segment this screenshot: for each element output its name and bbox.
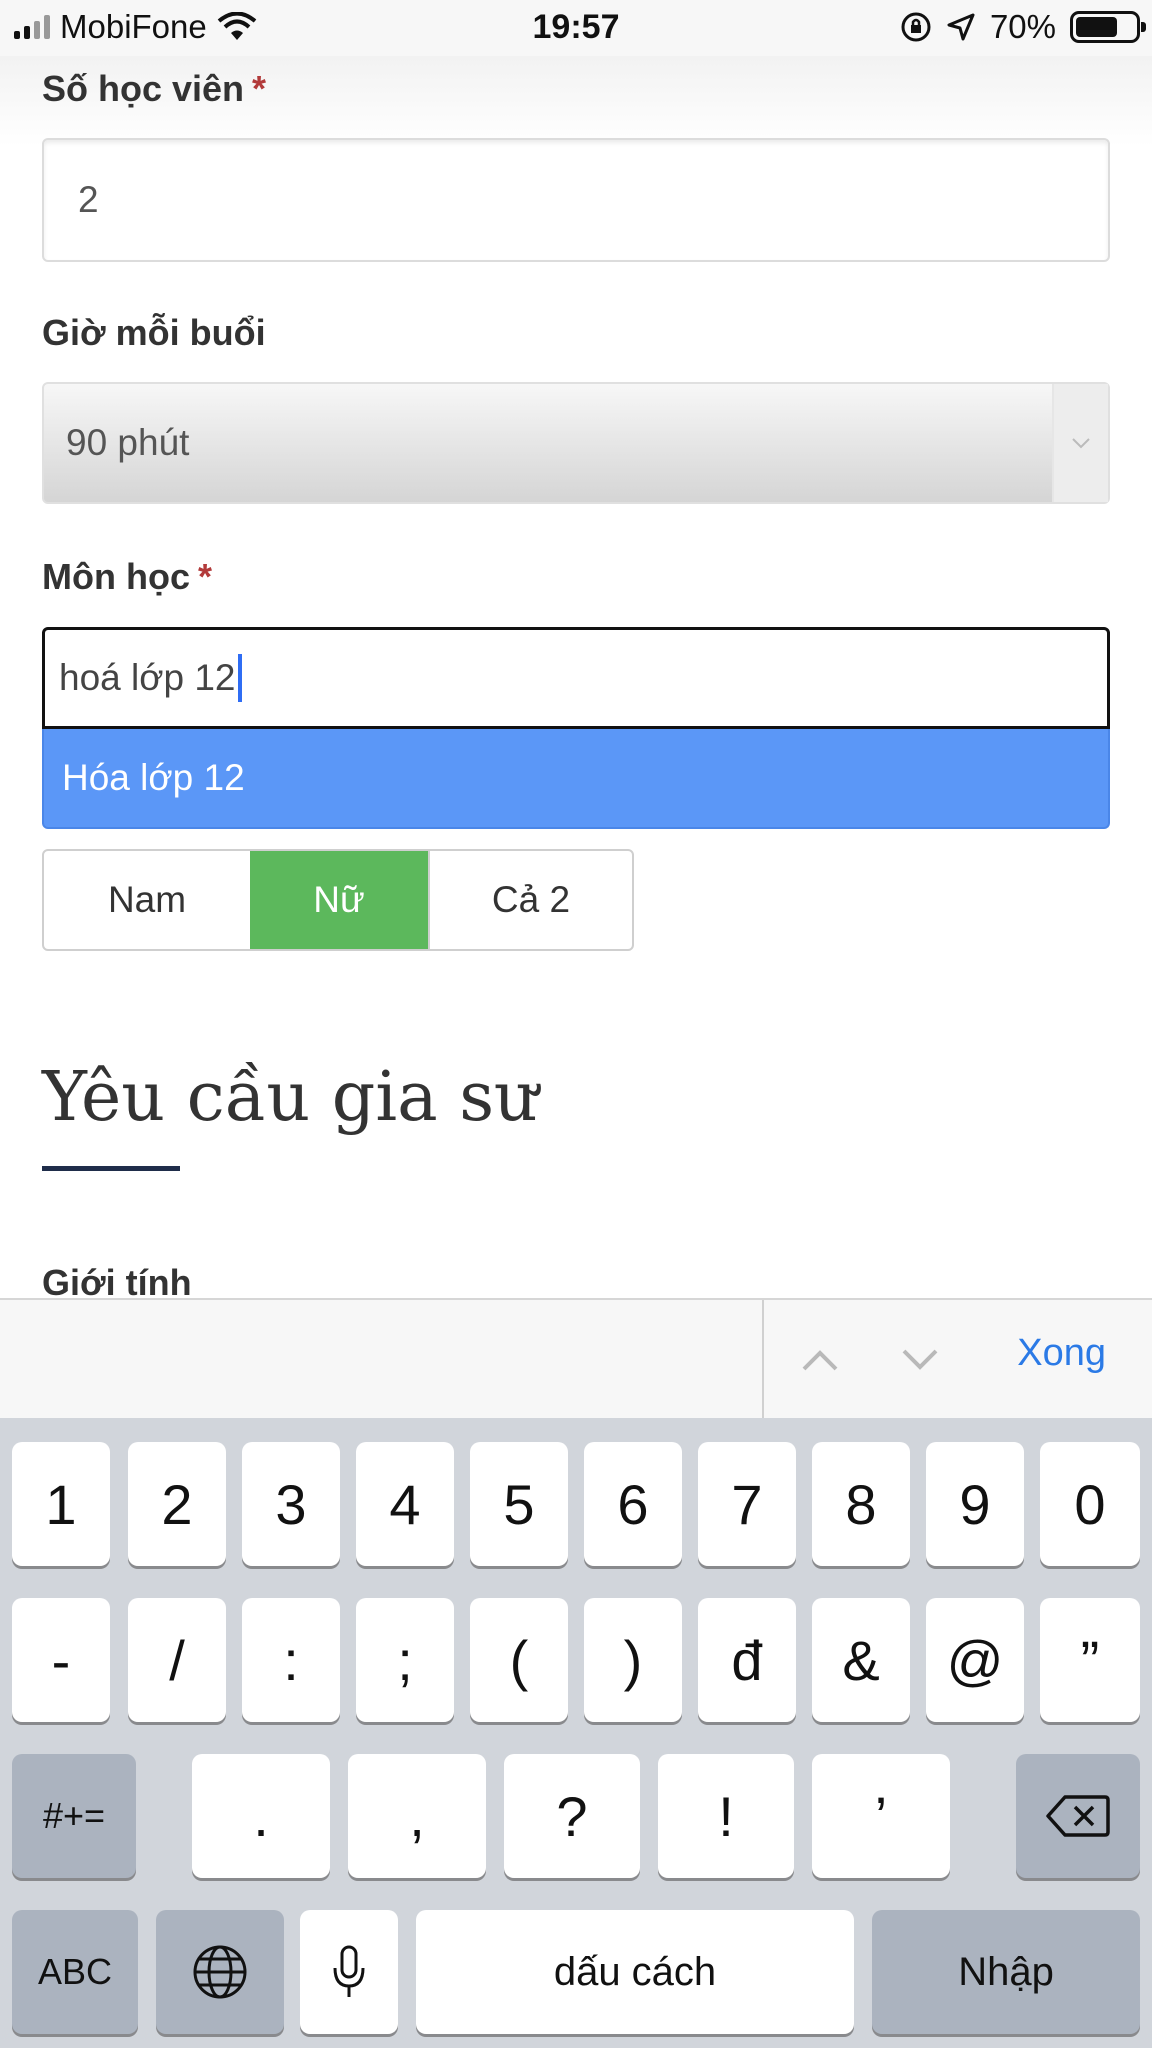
status-bar: MobiFone 19:57 70% (0, 0, 1152, 56)
key-semicolon[interactable]: ; (356, 1598, 454, 1722)
abc-key[interactable]: ABC (12, 1910, 138, 2034)
subject-label-text: Môn học (42, 556, 190, 597)
text-cursor (237, 654, 242, 702)
key-5[interactable]: 5 (470, 1442, 568, 1566)
key-hyphen[interactable]: - (12, 1598, 110, 1722)
backspace-key[interactable] (1016, 1754, 1140, 1878)
gender-option-nam[interactable]: Nam (44, 851, 250, 949)
previous-field-button[interactable] (790, 1330, 850, 1390)
microphone-icon (333, 1945, 365, 1997)
required-mark: * (197, 556, 212, 597)
heading-underline (42, 1166, 180, 1171)
battery-percent: 70% (989, 8, 1056, 45)
required-mark: * (252, 68, 267, 109)
key-question[interactable]: ? (504, 1754, 640, 1878)
battery-icon (1070, 11, 1146, 43)
key-exclamation[interactable]: ! (658, 1754, 794, 1878)
numeric-keyboard: 1 2 3 4 5 6 7 8 9 0 - / : ; ( ) đ & @ ” … (0, 1418, 1152, 2048)
key-close-paren[interactable]: ) (584, 1598, 682, 1722)
dictation-key[interactable] (300, 1910, 398, 2034)
location-icon (947, 13, 975, 41)
space-key[interactable]: dấu cách (416, 1910, 854, 2034)
booking-form: Số học viên * 2 Giờ mỗi buổi 90 phút Môn … (0, 56, 1152, 1298)
gender-option-nu[interactable]: Nữ (250, 851, 428, 949)
keyboard-accessory-bar: Xong (0, 1298, 1152, 1420)
duration-label: Giờ mỗi buổi (42, 312, 266, 353)
next-field-button[interactable] (890, 1330, 950, 1390)
status-right: 70% (900, 8, 1146, 46)
key-4[interactable]: 4 (356, 1442, 454, 1566)
students-value: 2 (78, 179, 99, 220)
key-3[interactable]: 3 (242, 1442, 340, 1566)
gender-option-ca-2[interactable]: Cả 2 (428, 851, 632, 949)
key-apostrophe[interactable]: ’ (812, 1754, 950, 1878)
globe-icon (193, 1945, 247, 1999)
students-label-text: Số học viên (42, 68, 245, 109)
key-2[interactable]: 2 (128, 1442, 226, 1566)
subject-suggestion[interactable]: Hóa lớp 12 (42, 729, 1110, 829)
gender-toggle: Nam Nữ Cả 2 (42, 849, 634, 951)
done-button[interactable]: Xong (1017, 1332, 1106, 1375)
key-slash[interactable]: / (128, 1598, 226, 1722)
subject-value: hoá lớp 12 (59, 657, 236, 698)
subject-label: Môn học * (42, 556, 212, 598)
duration-value: 90 phút (66, 422, 190, 463)
chevron-up-icon (802, 1350, 838, 1371)
key-quote[interactable]: ” (1040, 1598, 1140, 1722)
key-d-stroke[interactable]: đ (698, 1598, 796, 1722)
key-8[interactable]: 8 (812, 1442, 910, 1566)
key-0[interactable]: 0 (1040, 1442, 1140, 1566)
subject-input[interactable]: hoá lớp 12 (42, 627, 1110, 729)
duration-select[interactable]: 90 phút (42, 382, 1110, 504)
subject-suggestion-label: Hóa lớp 12 (62, 757, 245, 798)
key-9[interactable]: 9 (926, 1442, 1024, 1566)
section-heading: Yêu cầu gia sư (42, 1058, 538, 1137)
globe-key[interactable] (156, 1910, 284, 2034)
key-colon[interactable]: : (242, 1598, 340, 1722)
students-label: Số học viên * (42, 68, 266, 110)
rotation-lock-icon (901, 12, 931, 42)
tutor-gender-label: Giới tính (42, 1262, 192, 1298)
chevron-down-icon (902, 1349, 938, 1370)
key-period[interactable]: . (192, 1754, 330, 1878)
key-ampersand[interactable]: & (812, 1598, 910, 1722)
students-input[interactable]: 2 (42, 138, 1110, 262)
key-comma[interactable]: , (348, 1754, 486, 1878)
chevron-down-icon (1052, 384, 1108, 502)
key-at[interactable]: @ (926, 1598, 1024, 1722)
return-key[interactable]: Nhập (872, 1910, 1140, 2034)
backspace-icon (1046, 1795, 1110, 1837)
accessory-divider (762, 1300, 764, 1420)
key-7[interactable]: 7 (698, 1442, 796, 1566)
key-6[interactable]: 6 (584, 1442, 682, 1566)
symbols-key[interactable]: #+= (12, 1754, 136, 1878)
key-1[interactable]: 1 (12, 1442, 110, 1566)
key-open-paren[interactable]: ( (470, 1598, 568, 1722)
